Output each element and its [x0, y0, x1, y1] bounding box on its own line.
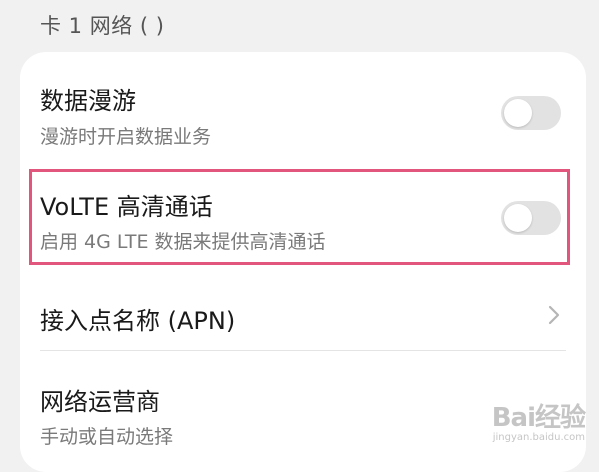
watermark-url: jingyan.baidu.com	[492, 432, 585, 443]
apn-row[interactable]: 接入点名称 (APN)	[20, 274, 586, 354]
network-operator-title: 网络运营商	[40, 388, 160, 416]
section-header-sim1-network: 卡 1 网络 ( )	[40, 14, 165, 38]
data-roaming-subtitle: 漫游时开启数据业务	[40, 126, 212, 148]
data-roaming-title: 数据漫游	[40, 87, 136, 115]
toggle-knob	[504, 99, 532, 127]
network-operator-subtitle: 手动或自动选择	[40, 426, 174, 448]
watermark-brand: Bai经验	[491, 403, 586, 433]
volte-highlight-box	[29, 169, 570, 265]
data-roaming-toggle[interactable]	[501, 96, 561, 130]
baidu-jingyan-watermark: Bai经验 jingyan.baidu.com	[491, 397, 586, 443]
divider	[40, 350, 566, 351]
apn-title: 接入点名称 (APN)	[40, 307, 236, 335]
data-roaming-row[interactable]: 数据漫游 漫游时开启数据业务	[20, 52, 586, 167]
chevron-right-icon	[548, 305, 560, 325]
